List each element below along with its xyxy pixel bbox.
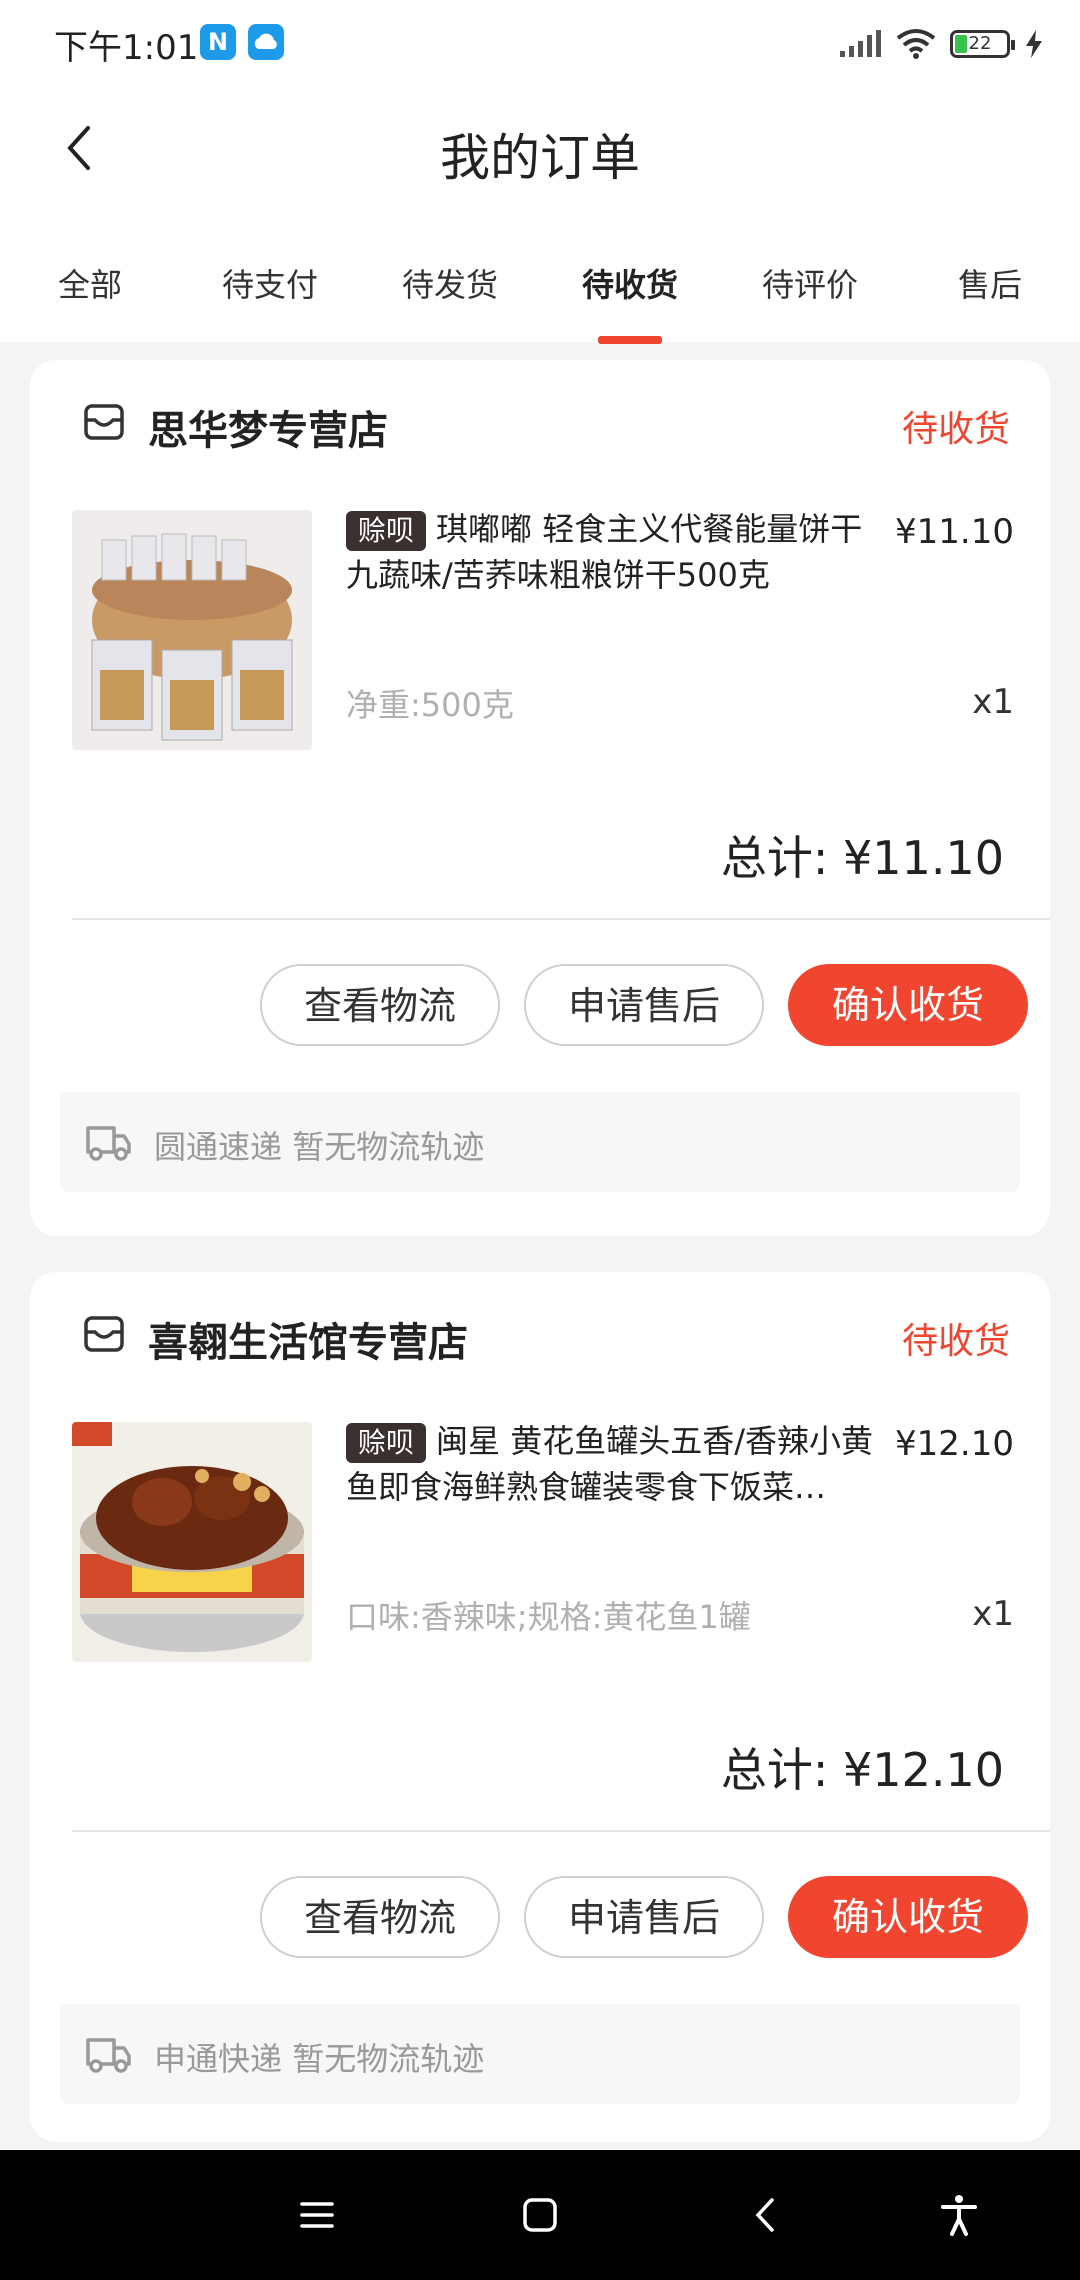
truck-icon (86, 1126, 131, 1161)
wifi-icon (896, 29, 936, 59)
product-image[interactable] (72, 1422, 312, 1662)
status-time: 下午1:01 (54, 28, 199, 68)
product-quantity: x1 (972, 682, 1014, 722)
product-image[interactable] (72, 510, 312, 750)
tracking-status: 暂无物流轨迹 (292, 1128, 485, 1166)
view-logistics-button[interactable]: 查看物流 (260, 964, 500, 1046)
order-total: 总计: ¥11.10 (720, 831, 1004, 885)
product-spec: 口味:香辣味;规格:黄花鱼1罐 (346, 1598, 751, 1636)
tab-pending-payment[interactable]: 待支付 (180, 260, 360, 306)
order-card: 喜翱生活馆专营店 待收货 赊呗 闽星 黄花鱼罐头五香/香辣小黄鱼即食海鲜熟食罐装零… (30, 1272, 1050, 2142)
order-status: 待收货 (901, 409, 1010, 450)
product-quantity: x1 (972, 1594, 1014, 1634)
order-total: 总计: ¥12.10 (720, 1743, 1004, 1797)
battery-level: 22 (968, 33, 992, 54)
order-card: 思华梦专营店 待收货 赊呗 琪嘟嘟 轻食主义代餐能量饼干九蔬味/苦荞味粗粮饼干50… (30, 360, 1050, 1236)
product-price: ¥11.10 (895, 512, 1014, 552)
page-title: 我的订单 (440, 129, 640, 187)
accessibility-icon[interactable] (936, 2192, 982, 2238)
header: 我的订单 (0, 88, 1080, 212)
confirm-receipt-button[interactable]: 确认收货 (788, 1876, 1028, 1958)
divider (72, 1830, 1050, 1832)
tab-pending-review[interactable]: 待评价 (720, 260, 900, 306)
tab-all[interactable]: 全部 (0, 260, 180, 306)
divider (72, 918, 1050, 920)
system-nav-bar (0, 2150, 1080, 2280)
store-icon (84, 404, 124, 440)
store-row[interactable]: 喜翱生活馆专营店 待收货 (30, 1272, 1050, 1392)
notification-app-icon: N (200, 24, 236, 60)
product-title-block[interactable]: 赊呗 闽星 黄花鱼罐头五香/香辣小黄鱼即食海鲜熟食罐装零食下饭菜… (346, 1418, 886, 1510)
store-icon (84, 1316, 124, 1352)
status-indicators: 22 (838, 22, 1044, 66)
product-title-block[interactable]: 赊呗 琪嘟嘟 轻食主义代餐能量饼干九蔬味/苦荞味粗粮饼干500克 (346, 506, 886, 598)
product-price: ¥12.10 (895, 1424, 1014, 1464)
credit-tag: 赊呗 (346, 1423, 427, 1463)
store-name: 喜翱生活馆专营店 (148, 1320, 468, 1366)
courier-name: 申通快递 (154, 2040, 283, 2078)
store-row[interactable]: 思华梦专营店 待收货 (30, 360, 1050, 480)
charging-icon (1026, 30, 1042, 58)
nav-back-icon[interactable] (744, 2192, 790, 2238)
logistics-info[interactable]: 申通快递 暂无物流轨迹 (60, 2004, 1020, 2104)
order-status: 待收货 (901, 1321, 1010, 1362)
truck-icon (86, 2038, 131, 2073)
status-bar: 下午1:01 N 22 (0, 0, 1080, 88)
home-icon[interactable] (517, 2192, 563, 2238)
confirm-receipt-button[interactable]: 确认收货 (788, 964, 1028, 1046)
order-tabs: 全部 待支付 待发货 待收货 待评价 售后 (0, 212, 1080, 344)
courier-name: 圆通速递 (154, 1128, 283, 1166)
apply-after-sales-button[interactable]: 申请售后 (524, 964, 764, 1046)
logistics-text: 申通快递 暂无物流轨迹 (154, 2034, 484, 2080)
product-spec: 净重:500克 (346, 686, 514, 724)
logistics-info[interactable]: 圆通速递 暂无物流轨迹 (60, 1092, 1020, 1192)
credit-tag: 赊呗 (346, 511, 427, 551)
store-name: 思华梦专营店 (148, 408, 388, 454)
cloud-app-icon (248, 24, 284, 60)
signal-icon (840, 30, 881, 57)
tracking-status: 暂无物流轨迹 (292, 2040, 485, 2078)
battery-icon: 22 (950, 30, 1015, 58)
tab-pending-receipt[interactable]: 待收货 (540, 260, 720, 306)
view-logistics-button[interactable]: 查看物流 (260, 1876, 500, 1958)
menu-icon[interactable] (294, 2192, 340, 2238)
tab-after-sales[interactable]: 售后 (900, 260, 1080, 306)
active-tab-indicator (598, 336, 662, 344)
apply-after-sales-button[interactable]: 申请售后 (524, 1876, 764, 1958)
tab-pending-shipment[interactable]: 待发货 (360, 260, 540, 306)
logistics-text: 圆通速递 暂无物流轨迹 (154, 1122, 484, 1168)
